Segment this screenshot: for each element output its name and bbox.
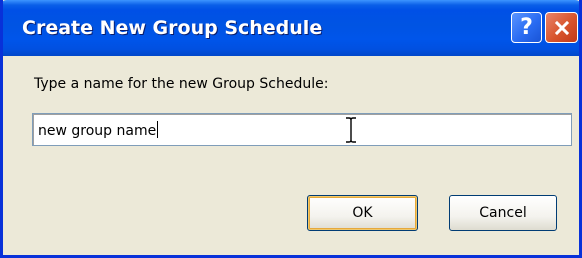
dialog-title: Create New Group Schedule [22,17,323,39]
close-button[interactable] [545,12,578,43]
name-prompt-label: Type a name for the new Group Schedule: [34,76,329,92]
group-name-input-value: new group name [38,123,157,139]
create-group-schedule-dialog: Create New Group Schedule ? Type a name … [0,0,582,258]
help-icon: ? [520,15,533,40]
dialog-titlebar[interactable]: Create New Group Schedule ? [3,0,579,56]
close-icon [554,20,569,35]
help-button[interactable]: ? [511,12,542,43]
cancel-button[interactable]: Cancel [449,195,557,231]
ibeam-cursor-icon [346,117,356,143]
group-name-input[interactable]: new group name [32,113,572,146]
ok-button[interactable]: OK [307,195,418,231]
text-caret [157,121,159,138]
